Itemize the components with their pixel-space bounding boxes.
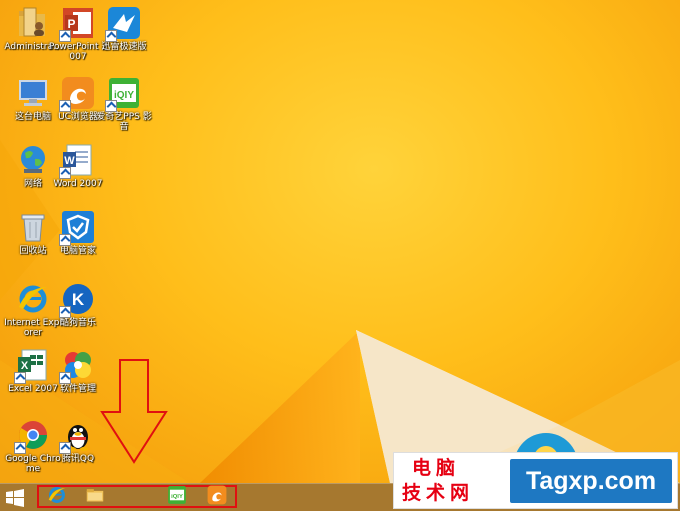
desktop-icon-label: 酷狗音乐 <box>59 318 96 328</box>
svg-text:X: X <box>21 360 29 372</box>
iqiyi-icon: iQIY <box>105 76 141 112</box>
desktop-icon-label: 电脑管家 <box>59 246 96 256</box>
taskbar-app-iqiyi[interactable]: iQIY <box>166 485 188 509</box>
shortcut-arrow-icon <box>59 442 71 454</box>
powerpoint-icon: P <box>59 6 95 42</box>
shortcut-arrow-icon <box>59 306 71 318</box>
watermark-domain: Tagxp.com <box>510 459 672 503</box>
user-folder-icon <box>16 6 50 40</box>
svg-text:P: P <box>67 17 75 31</box>
shortcut-arrow-icon <box>14 442 26 454</box>
uc-squirrel-icon <box>207 485 227 509</box>
desktop-icon-kugou-music[interactable]: K 酷狗音乐 <box>48 282 108 348</box>
red-arrow-annotation <box>100 359 168 464</box>
desktop[interactable]: Administra... P PowerPoint 2007 迅雷极速版 这台电脑 UC… <box>0 0 680 483</box>
excel-icon: X <box>14 348 50 384</box>
desktop-icon-pc-manager[interactable]: 电脑管家 <box>48 210 108 276</box>
taskbar-app-uc-browser[interactable] <box>206 485 228 509</box>
globe-icon <box>16 143 50 177</box>
shortcut-arrow-icon <box>105 100 117 112</box>
taskbar-app-ie[interactable] <box>46 487 68 507</box>
svg-text:iQIY: iQIY <box>171 494 183 500</box>
desktop-icon-xunlei-speed[interactable]: 迅雷极速版 <box>94 6 154 72</box>
bird-icon <box>105 6 141 42</box>
desktop-icon-iqiyi-pps[interactable]: iQIY 爱奇艺PPS 影音 <box>94 76 154 142</box>
desktop-icon-label: Word 2007 <box>53 179 103 189</box>
shortcut-arrow-icon <box>59 100 71 112</box>
svg-text:iQIY: iQIY <box>114 90 134 101</box>
uc-squirrel-icon <box>59 76 95 112</box>
shortcut-arrow-icon <box>59 234 71 246</box>
svg-text:K: K <box>72 290 85 309</box>
folder-icon <box>85 485 105 509</box>
watermark-line2: 技术网 <box>402 482 475 504</box>
recycle-bin-icon <box>16 210 50 244</box>
watermark-line1: 电脑 <box>412 457 461 479</box>
computer-icon <box>16 76 50 110</box>
desktop-icon-word-2007[interactable]: W Word 2007 <box>48 143 108 209</box>
shortcut-arrow-icon <box>59 372 71 384</box>
shield-icon <box>59 210 95 246</box>
iqiyi-icon: iQIY <box>167 485 187 509</box>
ie-icon <box>47 485 67 509</box>
ie-icon <box>16 282 50 316</box>
software-manager-icon <box>59 348 95 384</box>
kugou-icon: K <box>59 282 95 318</box>
watermark-logo: 电脑 技术网 Tagxp.com <box>393 452 678 509</box>
windows-logo-icon <box>6 489 24 507</box>
svg-text:W: W <box>64 155 75 167</box>
qq-penguin-icon <box>59 418 95 454</box>
chrome-icon <box>14 418 50 454</box>
desktop-icon-label: 爱奇艺PPS 影音 <box>96 112 152 132</box>
desktop-icon-label: 迅雷极速版 <box>101 42 147 52</box>
shortcut-arrow-icon <box>59 30 71 42</box>
shortcut-arrow-icon <box>105 30 117 42</box>
start-button[interactable] <box>6 489 24 507</box>
shortcut-arrow-icon <box>59 167 71 179</box>
shortcut-arrow-icon <box>14 372 26 384</box>
word-icon: W <box>59 143 95 179</box>
taskbar-app-file-explorer[interactable] <box>84 487 106 507</box>
